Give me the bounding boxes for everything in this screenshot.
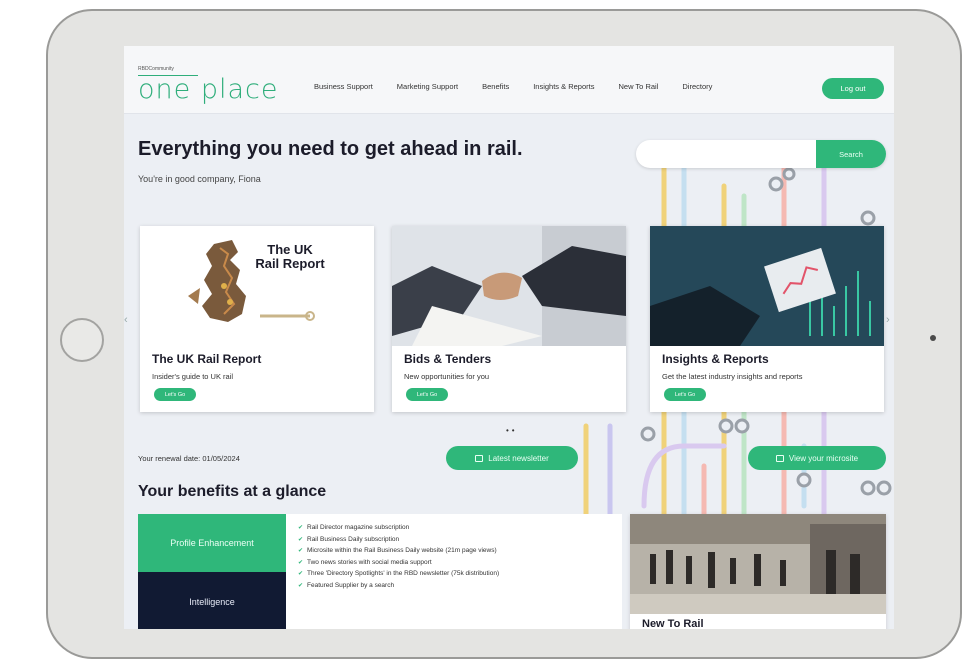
card-title: Bids & Tenders: [404, 352, 492, 366]
nav-item-marketing-support[interactable]: Marketing Support: [397, 82, 458, 91]
cover-heading-line2: Rail Report: [255, 256, 325, 271]
benefit-item: Rail Business Daily subscription: [298, 536, 614, 545]
card-description: New opportunities for you: [404, 372, 490, 381]
benefit-item: Microsite within the Rail Business Daily…: [298, 547, 614, 556]
data-analysis-photo: [650, 226, 884, 346]
hero-subtitle: You're in good company, Fiona: [138, 174, 261, 184]
card-insights-reports[interactable]: Insights & Reports Get the latest indust…: [650, 226, 884, 412]
nav-item-business-support[interactable]: Business Support: [314, 82, 373, 91]
renewal-date: Your renewal date: 01/05/2024: [138, 454, 240, 463]
card-title: Insights & Reports: [662, 352, 769, 366]
card-cta-button[interactable]: Let's Go: [154, 388, 196, 401]
card-cta-button[interactable]: Let's Go: [664, 388, 706, 401]
card-description: Insider's guide to UK rail: [152, 372, 234, 381]
nav-item-insights-reports[interactable]: Insights & Reports: [533, 82, 594, 91]
home-button[interactable]: [60, 318, 104, 362]
nav-item-benefits[interactable]: Benefits: [482, 82, 509, 91]
card-bids-tenders[interactable]: Bids & Tenders New opportunities for you…: [392, 226, 626, 412]
card-cta-button[interactable]: Let's Go: [406, 388, 448, 401]
nav-item-new-to-rail[interactable]: New To Rail: [618, 82, 658, 91]
card-title: The UK Rail Report: [152, 352, 262, 366]
tab-intelligence[interactable]: Intelligence: [138, 572, 286, 629]
nav-item-directory[interactable]: Directory: [682, 82, 712, 91]
camera-dot: [930, 335, 936, 341]
carousel-dots[interactable]: ••: [506, 426, 518, 435]
search-input[interactable]: Search: [636, 140, 886, 168]
view-microsite-label: View your microsite: [788, 453, 859, 463]
benefit-item: Rail Director magazine subscription: [298, 524, 614, 533]
handshake-photo: [392, 226, 626, 346]
new-to-rail-title: New To Rail: [642, 618, 704, 629]
tab-profile-enhancement[interactable]: Profile Enhancement: [138, 514, 286, 572]
search-button[interactable]: Search: [816, 140, 886, 168]
newsletter-icon: [475, 454, 484, 462]
benefit-item: Two news stories with social media suppo…: [298, 559, 614, 568]
benefit-item: Three 'Directory Spotlights' in the RBD …: [298, 570, 614, 579]
main-nav: Business Support Marketing Support Benef…: [314, 82, 736, 91]
carousel-prev-icon[interactable]: ‹: [124, 314, 128, 326]
card-description: Get the latest industry insights and rep…: [662, 372, 803, 381]
screen: RBDCommunity one place Business Support …: [124, 46, 894, 629]
benefit-item: Featured Supplier by a search: [298, 582, 614, 591]
carousel-next-icon[interactable]: ›: [886, 314, 890, 326]
hero-title: Everything you need to get ahead in rail…: [138, 138, 523, 160]
logout-button[interactable]: Log out: [822, 78, 884, 99]
latest-newsletter-label: Latest newsletter: [488, 453, 549, 463]
site-header: RBDCommunity one place Business Support …: [124, 46, 894, 114]
cover-heading-line1: The UK: [267, 242, 313, 257]
benefits-heading: Your benefits at a glance: [138, 483, 327, 500]
latest-newsletter-button[interactable]: Latest newsletter: [446, 446, 578, 470]
benefits-list: Rail Director magazine subscription Rail…: [286, 514, 622, 629]
microsite-icon: [775, 454, 784, 462]
card-new-to-rail[interactable]: New To Rail: [630, 514, 886, 629]
brand-small-text: RBDCommunity: [138, 66, 174, 72]
uk-rail-report-cover: The UK Rail Report: [140, 226, 374, 346]
station-crowd-photo: [630, 514, 886, 614]
view-microsite-button[interactable]: View your microsite: [748, 446, 886, 470]
card-uk-rail-report[interactable]: The UK Rail Report The UK Rail Report In…: [140, 226, 374, 412]
brand-logo[interactable]: one place: [138, 74, 278, 105]
